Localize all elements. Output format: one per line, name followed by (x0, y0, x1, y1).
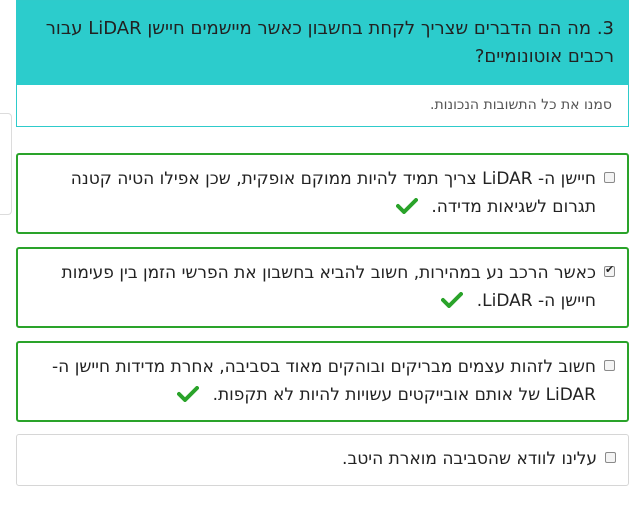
answer-option-2[interactable]: ✔ כאשר הרכב נע במהירות, חשוב להביא בחשבו… (16, 247, 629, 328)
answer-text-4: עלינו לוודא שהסביבה מוארת היטב. (342, 449, 597, 469)
side-panel-edge (0, 113, 12, 215)
answer-label-3: חשוב לזהות עצמים מבריקים ובוהקים מאוד בס… (36, 353, 596, 409)
answer-text-2: כאשר הרכב נע במהירות, חשוב להביא בחשבון … (61, 263, 596, 311)
answer-checkbox-4[interactable] (605, 452, 616, 463)
answer-option-1[interactable]: חיישן ה- LiDAR צריך תמיד להיות ממוקם אופ… (16, 153, 629, 234)
question-instruction: סמנו את כל התשובות הנכונות. (17, 85, 628, 126)
answer-checkbox-2[interactable]: ✔ (604, 263, 615, 277)
check-mark-icon (441, 292, 464, 308)
answer-checkbox-3[interactable] (604, 360, 615, 371)
question-text: 3. מה הם הדברים שצריך לקחת בחשבון כאשר מ… (45, 18, 614, 67)
answer-option-4[interactable]: עלינו לוודא שהסביבה מוארת היטב. (16, 434, 629, 486)
answer-label-2: כאשר הרכב נע במהירות, חשוב להביא בחשבון … (36, 259, 596, 315)
answer-label-4: עלינו לוודא שהסביבה מוארת היטב. (35, 445, 597, 473)
answer-text-1: חיישן ה- LiDAR צריך תמיד להיות ממוקם אופ… (70, 169, 596, 217)
question-header: 3. מה הם הדברים שצריך לקחת בחשבון כאשר מ… (17, 1, 628, 85)
question-card: 3. מה הם הדברים שצריך לקחת בחשבון כאשר מ… (16, 0, 629, 127)
checkbox-tick-icon: ✔ (605, 263, 615, 276)
instruction-text: סמנו את כל התשובות הנכונות. (430, 97, 612, 113)
answer-label-1: חיישן ה- LiDAR צריך תמיד להיות ממוקם אופ… (36, 165, 596, 221)
check-mark-icon (177, 386, 200, 402)
answer-option-3[interactable]: חשוב לזהות עצמים מבריקים ובוהקים מאוד בס… (16, 341, 629, 422)
check-mark-icon (395, 198, 418, 214)
answer-checkbox-1[interactable] (604, 172, 615, 183)
answer-text-3: חשוב לזהות עצמים מבריקים ובוהקים מאוד בס… (52, 357, 596, 405)
